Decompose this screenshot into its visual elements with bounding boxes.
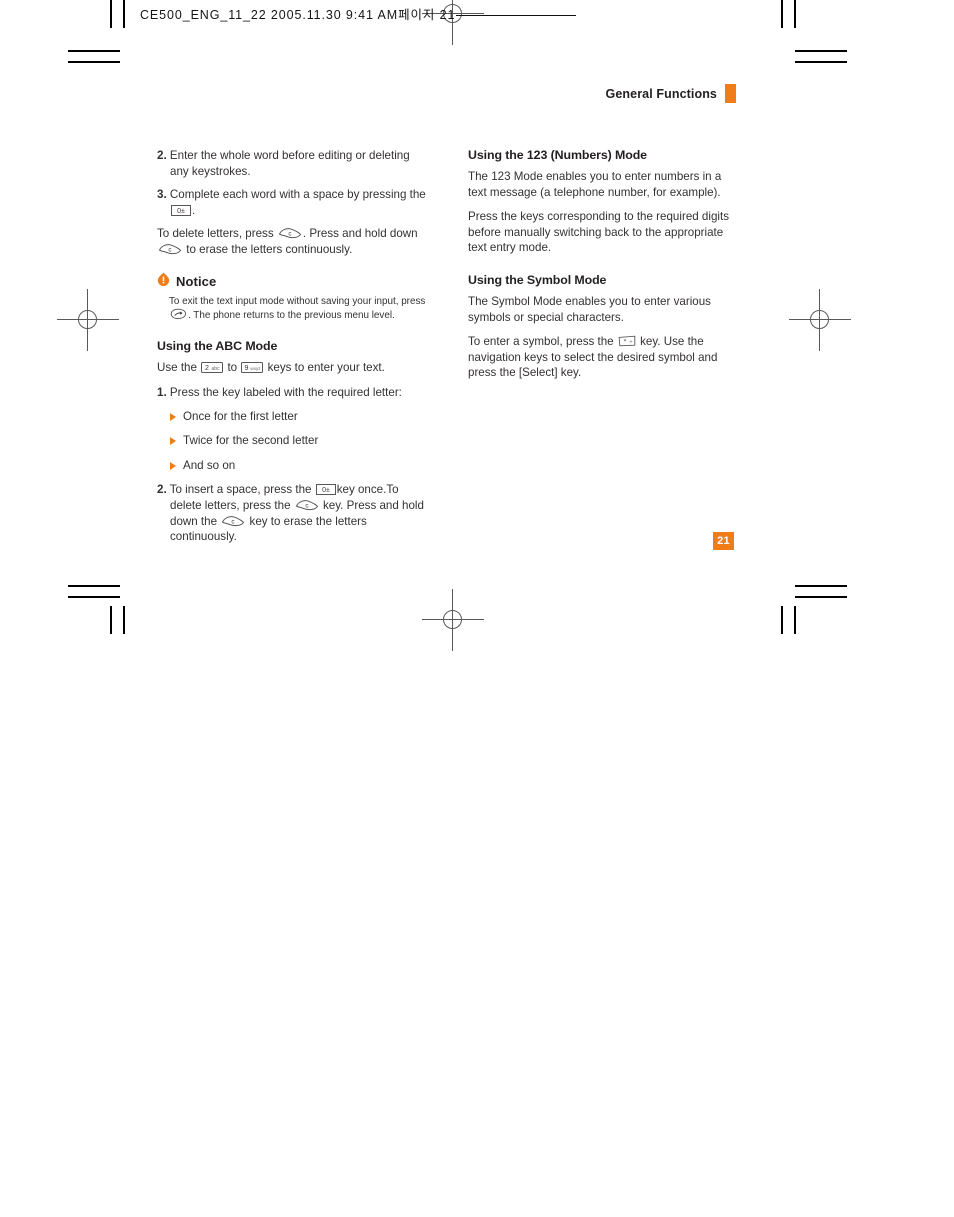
key-clear-c-icon: c xyxy=(278,227,302,239)
left-step-3-text-before: Complete each word with a space by press… xyxy=(169,188,426,202)
notice-text-before: To exit the text input mode without savi… xyxy=(169,295,426,307)
registration-mark-left xyxy=(57,289,119,351)
abc-step-2-number: 2. xyxy=(157,483,167,497)
crop-mark-top-left-1 xyxy=(68,50,120,52)
left-step-3-number: 3. xyxy=(157,188,167,202)
left-column: 2. Enter the whole word before editing o… xyxy=(157,148,429,553)
key-clear-c-icon-2: c xyxy=(158,243,182,255)
key-2-abc-icon: 2 abc xyxy=(201,362,224,374)
numbers-mode-heading: Using the 123 (Numbers) Mode xyxy=(468,148,647,162)
svg-text:0±: 0± xyxy=(177,208,185,215)
abc-step-2-part1: To insert a space, press the xyxy=(169,483,312,497)
key-clear-c-icon-4: c xyxy=(221,515,245,527)
abc-step-1: 1. Press the key labeled with the requir… xyxy=(157,385,429,401)
crop-mark-top-right-1 xyxy=(795,50,847,52)
crop-mark-bottom-right-v1 xyxy=(781,606,783,634)
svg-text:abc: abc xyxy=(212,366,221,372)
crop-mark-bottom-left-2 xyxy=(68,596,120,598)
running-head-title: General Functions xyxy=(605,86,717,101)
left-delete-paragraph: To delete letters, press c . Press and h… xyxy=(157,226,429,257)
abc-bullet-1: Once for the first letter xyxy=(157,409,429,425)
crop-mark-bottom-left-v1 xyxy=(110,606,112,634)
scan-header-text: CE500_ENG_11_22 2005.11.30 9:41 AM페이지 21 xyxy=(140,8,456,22)
abc-step-1-number: 1. xyxy=(157,385,167,399)
notice-header: Notice xyxy=(157,272,429,291)
left-step-2: 2. Enter the whole word before editing o… xyxy=(157,148,429,179)
scan-header-rule xyxy=(456,15,577,16)
abc-step-1-text: Press the key labeled with the required … xyxy=(169,385,402,399)
running-head-tab-marker xyxy=(725,84,736,103)
abc-bullet-1-text: Once for the first letter xyxy=(183,409,298,423)
abc-mode-intro: Use the 2 abc to 9 wxyz keys to enter yo… xyxy=(157,360,429,376)
crop-mark-bottom-right-1 xyxy=(795,585,847,587)
left-delete-part2: . Press and hold down xyxy=(302,227,418,241)
page-number: 21 xyxy=(713,532,734,550)
running-head: General Functions xyxy=(606,84,736,103)
symbol-mode-para-2: To enter a symbol, press the * + key. Us… xyxy=(468,334,740,381)
abc-step-2: 2. To insert a space, press the 0± key o… xyxy=(157,482,429,544)
left-step-2-text: Enter the whole word before editing or d… xyxy=(169,149,410,178)
numbers-mode-para-1: The 123 Mode enables you to enter number… xyxy=(468,170,722,199)
notice-text-after: . The phone returns to the previous menu… xyxy=(188,309,395,321)
notice-body: To exit the text input mode without savi… xyxy=(157,295,429,323)
crop-mark-top-right-v1 xyxy=(781,0,783,28)
crop-mark-bottom-right-v2 xyxy=(794,606,796,634)
registration-mark-right xyxy=(789,289,851,351)
crop-mark-top-right-2 xyxy=(795,61,847,63)
crop-mark-top-left-2 xyxy=(68,61,120,63)
crop-mark-top-left-v1 xyxy=(110,0,112,28)
key-end-call-icon xyxy=(170,308,187,320)
abc-bullet-2: Twice for the second letter xyxy=(157,433,429,449)
abc-mode-heading: Using the ABC Mode xyxy=(157,339,278,354)
abc-intro-before: Use the xyxy=(157,361,197,375)
left-delete-part3: to erase the letters continuously. xyxy=(186,242,353,256)
svg-text:+: + xyxy=(629,340,632,346)
crop-mark-bottom-right-2 xyxy=(795,596,847,598)
right-column: Using the 123 (Numbers) Mode The 123 Mod… xyxy=(468,148,740,390)
abc-intro-middle: to xyxy=(227,361,238,375)
abc-bullet-3: And so on xyxy=(157,458,429,474)
key-symbol-star-icon: * + xyxy=(618,335,636,347)
svg-text:wxyz: wxyz xyxy=(251,366,262,371)
crop-mark-bottom-left-v2 xyxy=(123,606,125,634)
left-delete-part1: To delete letters, press xyxy=(157,227,274,241)
key-9-wxyz-icon: 9 wxyz xyxy=(241,362,264,374)
crop-mark-top-left-v2 xyxy=(123,0,125,28)
crop-mark-bottom-left-1 xyxy=(68,585,120,587)
abc-bullet-3-text: And so on xyxy=(183,458,236,472)
triangle-bullet-icon xyxy=(170,437,176,446)
key-clear-c-icon-3: c xyxy=(295,499,319,511)
svg-text:0±: 0± xyxy=(322,487,330,494)
triangle-bullet-icon xyxy=(170,412,176,421)
svg-text:9: 9 xyxy=(245,365,249,372)
registration-mark-bottom xyxy=(422,589,484,651)
symbol-mode-para-1: The Symbol Mode enables you to enter var… xyxy=(468,294,711,324)
crop-mark-top-right-v2 xyxy=(794,0,796,28)
svg-text:2: 2 xyxy=(205,365,209,372)
symbol-mode-heading: Using the Symbol Mode xyxy=(468,272,607,287)
key-0-space-icon-2: 0± xyxy=(315,484,336,496)
numbers-mode-para-2: Press the keys corresponding to the requ… xyxy=(468,210,730,255)
notice-title: Notice xyxy=(176,273,217,289)
notice-block: Notice To exit the text input mode witho… xyxy=(157,272,429,323)
scan-header-stamp: CE500_ENG_11_22 2005.11.30 9:41 AM페이지 21 xyxy=(140,4,577,23)
symbol-para2-before: To enter a symbol, press the xyxy=(468,335,614,349)
triangle-bullet-icon xyxy=(170,461,176,470)
abc-bullet-2-text: Twice for the second letter xyxy=(183,434,319,448)
abc-intro-after: keys to enter your text. xyxy=(267,361,385,375)
left-step-2-number: 2. xyxy=(157,149,167,162)
notice-exclamation-icon xyxy=(157,272,170,291)
left-step-3: 3. Complete each word with a space by pr… xyxy=(157,187,429,218)
left-step-3-text-after: . xyxy=(192,203,196,217)
key-0-space-icon: 0± xyxy=(171,204,191,216)
